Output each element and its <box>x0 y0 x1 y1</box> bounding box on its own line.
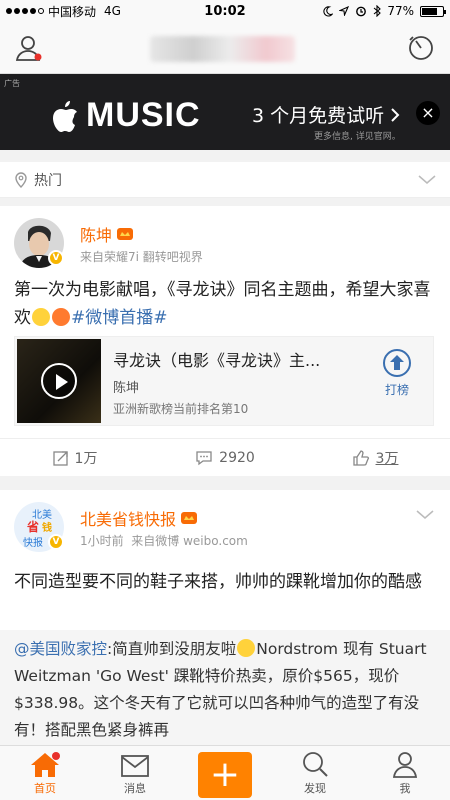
hot-label: 热门 <box>34 172 62 189</box>
vip-crown-icon <box>181 512 198 524</box>
verified-badge: V <box>48 534 64 550</box>
network-type: 4G <box>104 4 121 18</box>
home-notification-dot <box>52 752 60 760</box>
author-name[interactable]: 陈坤 <box>80 222 112 246</box>
post-source: 来自荣耀7i 翻转吧视界 <box>80 250 203 264</box>
avatar-text-2: 省 <box>26 519 39 534</box>
tab-compose[interactable]: + <box>180 746 270 800</box>
song-artist: 陈坤 <box>113 381 140 396</box>
feed-card[interactable]: 北美 省 钱 快报 V 北美省钱快报 1小时前 来自微博 weibo.com 不… <box>0 490 450 745</box>
location-icon <box>339 6 350 16</box>
chart-rank: 亚洲新歌榜当前排名第10 <box>113 402 249 416</box>
discover-icon <box>303 752 328 777</box>
ad-disclaimer: 更多信息, 详见官网。 <box>314 132 401 142</box>
song-title: 寻龙诀（电影《寻龙诀》主... <box>113 351 321 370</box>
nav-title-blurred <box>150 36 295 62</box>
topic-link[interactable]: #微博首播# <box>71 308 168 328</box>
apple-icon <box>53 100 77 132</box>
user-icon[interactable] <box>14 33 44 63</box>
message-icon <box>121 755 149 777</box>
post-text: 不同造型要不同的鞋子来搭，帅帅的踝靴增加你的酷感 <box>14 572 422 592</box>
hot-section-header[interactable]: 热门 <box>0 162 450 198</box>
post-actions: 1万 2920 3万 <box>0 438 450 476</box>
chart-vote-button[interactable]: 打榜 <box>377 349 417 398</box>
tab-profile[interactable]: 我 <box>360 746 450 800</box>
alarm-icon <box>356 6 367 17</box>
bluetooth-icon <box>373 5 382 17</box>
ad-tag: 广告 <box>4 79 20 88</box>
album-cover <box>17 339 101 423</box>
avatar-text-3: 钱 <box>42 521 52 534</box>
nav-bar <box>0 22 450 74</box>
laugh-emoji-icon <box>52 308 70 326</box>
signal-strength-icon <box>6 8 44 14</box>
post-meta: 1小时前 来自微博 weibo.com <box>80 532 248 549</box>
repost-button[interactable]: 1万 <box>0 439 150 476</box>
battery-percent: 77% <box>387 4 414 18</box>
verified-badge: V <box>48 250 64 266</box>
chevron-down-icon[interactable] <box>418 174 436 185</box>
post-text: 第一次为电影献唱，《寻龙诀》同名主题曲，希望大家喜欢 #微博首播# <box>14 280 431 328</box>
post-source: 来自微博 weibo.com <box>131 534 248 548</box>
radar-icon[interactable] <box>406 33 436 63</box>
battery-icon <box>420 5 446 17</box>
tab-messages[interactable]: 消息 <box>90 746 180 800</box>
tab-bar: 首页 消息 + 发现 我 <box>0 745 450 800</box>
ad-brand: MUSIC <box>86 96 201 134</box>
feed-card[interactable]: V 陈坤 来自荣耀7i 翻转吧视界 第一次为电影献唱，《寻龙诀》同名主题曲，希望… <box>0 206 450 476</box>
avatar-text-4: 快报 <box>23 536 43 549</box>
chart-vote-label: 打榜 <box>384 383 409 397</box>
repost-icon <box>52 450 68 466</box>
location-pin-icon <box>15 171 27 188</box>
arrow-up-icon <box>383 349 411 377</box>
like-button[interactable]: 3万 <box>300 439 450 476</box>
chevron-down-icon[interactable] <box>416 510 434 520</box>
tab-discover[interactable]: 发现 <box>270 746 360 800</box>
mention-link[interactable]: @美国败家控 <box>14 640 107 658</box>
tab-home[interactable]: 首页 <box>0 746 90 800</box>
comment-button[interactable]: 2920 <box>150 439 300 476</box>
compose-icon[interactable]: + <box>198 752 252 798</box>
chevron-right-icon <box>391 107 400 122</box>
thinking-emoji-icon <box>237 639 256 657</box>
ad-close-button[interactable]: × <box>416 101 440 125</box>
grin-emoji-icon <box>32 308 50 326</box>
ad-banner[interactable]: 广告 MUSIC 3 个月免费试听 更多信息, 详见官网。 × <box>0 74 450 150</box>
author-name[interactable]: 北美省钱快报 <box>80 506 176 530</box>
carrier-label: 中国移动 <box>48 4 97 19</box>
play-icon[interactable] <box>41 363 77 399</box>
status-bar: 中国移动 4G 10:02 77% <box>0 0 450 22</box>
comment-icon <box>196 450 212 465</box>
vip-crown-icon <box>117 228 134 240</box>
profile-icon <box>392 752 418 778</box>
music-card[interactable]: 寻龙诀（电影《寻龙诀》主... 陈坤 亚洲新歌榜当前排名第10 打榜 <box>14 336 434 426</box>
repost-content[interactable]: @美国败家控:简直帅到没朋友啦 Nordstrom 现有 Stuart Weitz… <box>0 630 450 745</box>
moon-icon <box>323 5 334 17</box>
thumbs-up-icon <box>352 449 369 466</box>
ad-cta-label: 3 个月免费试听 <box>252 105 385 127</box>
post-time: 1小时前 <box>80 534 124 548</box>
ad-cta[interactable]: 3 个月免费试听 <box>252 101 400 128</box>
